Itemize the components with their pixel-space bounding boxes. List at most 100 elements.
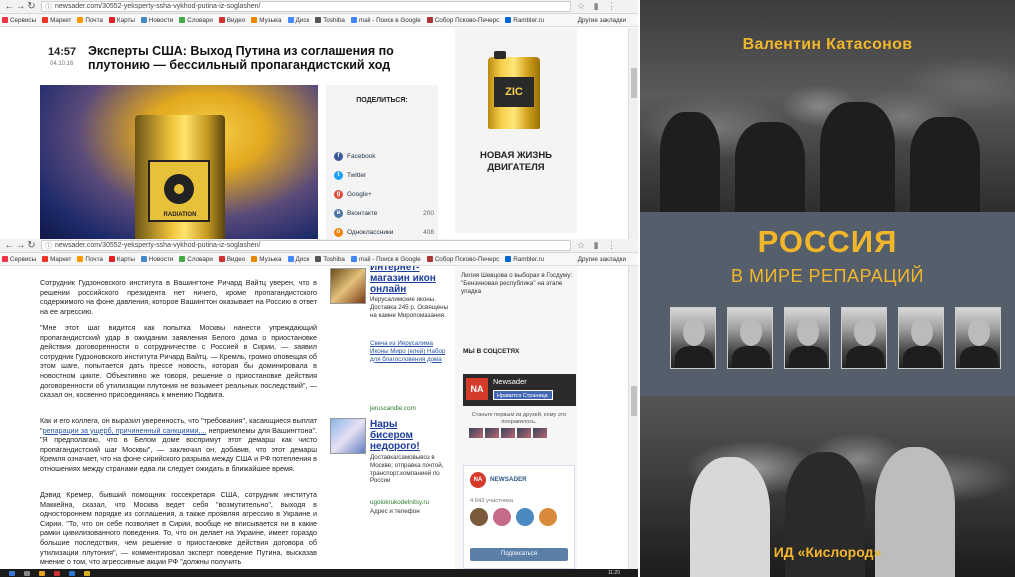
- bookmark-item[interactable]: Почта: [77, 256, 103, 263]
- bookmark-item[interactable]: Toshiba: [315, 256, 345, 263]
- scrollbar[interactable]: [628, 28, 638, 239]
- bookmark-icon: [251, 256, 258, 262]
- taskbar-app-icon[interactable]: [84, 570, 90, 576]
- scrollbar[interactable]: [628, 266, 638, 569]
- ad-description: Доставка/самовывоз в Москве; отправка по…: [370, 454, 444, 485]
- reload-icon[interactable]: ↻: [26, 1, 37, 12]
- sidebar-ad-oil[interactable]: ZIC НОВАЯ ЖИЗНЬ ДВИГАТЕЛЯ: [455, 28, 577, 233]
- ad-address-link[interactable]: Адрес и телефон: [370, 508, 450, 516]
- bookmark-item[interactable]: Toshiba: [315, 17, 345, 24]
- bookmark-item[interactable]: Новости: [140, 256, 173, 263]
- bookmark-icon: [315, 17, 322, 23]
- bookmark-item[interactable]: Сервисы: [2, 256, 36, 263]
- article-body-section: Сотрудник Гудзоновского института в Ваши…: [0, 266, 638, 569]
- bookmark-item[interactable]: Маркет: [42, 17, 71, 24]
- bookmark-item[interactable]: Словари: [179, 256, 213, 263]
- bookmark-item[interactable]: mail - Поиск в Google: [350, 255, 421, 263]
- bookmark-item[interactable]: Карты: [108, 17, 135, 24]
- bookmark-item[interactable]: Маркет: [42, 256, 71, 263]
- bookmark-icon: [140, 256, 147, 262]
- star-icon[interactable]: ☆ ▮ ⋮: [577, 240, 619, 251]
- ad-domain[interactable]: jeruscandle.com: [370, 405, 416, 412]
- forward-arrow-icon[interactable]: →: [15, 1, 26, 12]
- share-одноклассники[interactable]: о Одноклассники 408: [334, 226, 434, 238]
- bookmark-item[interactable]: Собор Псково-Печерс: [426, 16, 500, 24]
- bookmark-icon: [179, 256, 186, 262]
- portrait-photo: [670, 307, 716, 369]
- article-time: 14:57: [48, 46, 77, 58]
- vk-member-avatars[interactable]: [470, 508, 562, 526]
- url-text: newsader.com/30552-yeksperty-ssha-vykhod…: [55, 3, 261, 10]
- star-icon[interactable]: ☆ ▮ ⋮: [577, 1, 619, 12]
- taskbar-app-icon[interactable]: [39, 570, 45, 576]
- bookmark-item[interactable]: Словари: [179, 17, 213, 24]
- bookmark-label: mail - Поиск в Google: [358, 255, 421, 263]
- bookmark-item[interactable]: Музыка: [251, 255, 282, 263]
- social-icon: о: [334, 227, 343, 237]
- vk-group-name[interactable]: NEWSADER: [490, 476, 527, 483]
- conference-photo: [640, 0, 1015, 212]
- bookmark-item[interactable]: mail - Поиск в Google: [350, 16, 421, 24]
- bookmark-label: mail - Поиск в Google: [358, 16, 421, 24]
- taskbar-app-icon[interactable]: [24, 570, 30, 576]
- newsader-logo-icon: NA: [470, 472, 486, 488]
- bookmark-item[interactable]: Новости: [140, 17, 173, 24]
- bookmark-icon: [287, 17, 294, 23]
- info-icon: ⓘ: [45, 3, 52, 11]
- bookmark-item[interactable]: Rambler.ru: [505, 256, 544, 263]
- fb-like-button[interactable]: Нравится Страница: [493, 390, 553, 400]
- bookmark-item[interactable]: Сервисы: [2, 17, 36, 24]
- start-icon[interactable]: [9, 570, 15, 576]
- bookmark-label: Собор Псково-Печерс: [434, 255, 500, 263]
- taskbar-app-icon[interactable]: [54, 570, 60, 576]
- bookmark-label: Почта: [85, 255, 103, 263]
- bookmark-label: Музыка: [259, 255, 282, 263]
- other-bookmarks[interactable]: Другие закладки: [578, 256, 626, 263]
- bookmark-item[interactable]: Карты: [108, 256, 135, 263]
- ad-title[interactable]: Нары бисером недорого!: [370, 419, 440, 452]
- social-icon: g: [334, 189, 343, 199]
- fb-page-name[interactable]: Newsader: [493, 377, 527, 386]
- inline-link[interactable]: репарации за ущерб, причиненный санкциям…: [43, 426, 207, 435]
- back-arrow-icon[interactable]: ←: [4, 240, 15, 251]
- bookmark-label: Музыка: [259, 16, 282, 24]
- share-google-[interactable]: g Google+: [334, 188, 434, 200]
- beads-ad-image[interactable]: [330, 418, 366, 454]
- address-bar[interactable]: ⓘ newsader.com/30552-yeksperty-ssha-vykh…: [41, 1, 571, 12]
- facebook-widget[interactable]: NA Newsader Нравится Страница: [463, 374, 576, 406]
- bookmark-item[interactable]: Диск: [287, 17, 309, 24]
- bookmark-label: Диск: [295, 255, 310, 263]
- bookmark-item[interactable]: Музыка: [251, 16, 282, 24]
- bookmark-item[interactable]: Rambler.ru: [505, 17, 544, 24]
- icon-ad-image[interactable]: [330, 268, 366, 304]
- browser-toolbar: ← → ↻ ⓘ newsader.com/30552-yeksperty-ssh…: [0, 0, 638, 14]
- ad-title[interactable]: Интернет-магазин икон онлайн: [370, 266, 444, 295]
- other-bookmarks[interactable]: Другие закладки: [578, 17, 626, 24]
- bookmark-label: Маркет: [50, 16, 72, 24]
- social-icon: в: [334, 208, 343, 218]
- forward-arrow-icon[interactable]: →: [15, 240, 26, 251]
- back-arrow-icon[interactable]: ←: [4, 1, 15, 12]
- newsader-logo-icon: NA: [466, 378, 488, 400]
- share-вконтакте[interactable]: в Вконтакте 200: [334, 207, 434, 219]
- bookmark-icon: [77, 256, 84, 262]
- bookmarks-bar-2: Сервисы Маркет Почта Карты Новости Словари Вид…: [0, 253, 638, 266]
- bookmark-item[interactable]: Почта: [77, 17, 103, 24]
- bookmark-icon: [2, 256, 8, 262]
- share-twitter[interactable]: t Twitter: [334, 169, 434, 181]
- reload-icon[interactable]: ↻: [26, 240, 37, 251]
- bookmark-item[interactable]: Видео: [218, 256, 245, 263]
- bookmark-label: Собор Псково-Печерс: [434, 16, 500, 24]
- bookmark-label: Маркет: [50, 255, 72, 263]
- bookmark-item[interactable]: Собор Псково-Печерс: [426, 255, 500, 263]
- ad-links[interactable]: Свеча из Иерусалима Иконы Миро (елей) На…: [370, 340, 450, 363]
- ad-domain[interactable]: ugolokrukodelnitsy.ru: [370, 499, 429, 506]
- news-snippet[interactable]: Лилия Шевцова о выборах в Госдуму: "Бенз…: [461, 272, 573, 296]
- share-label: Twitter: [347, 171, 367, 179]
- share-facebook[interactable]: f Facebook: [334, 150, 434, 162]
- bookmark-item[interactable]: Видео: [218, 17, 245, 24]
- address-bar[interactable]: ⓘ newsader.com/30552-yeksperty-ssha-vykh…: [41, 240, 571, 251]
- taskbar-app-icon[interactable]: [69, 570, 75, 576]
- bookmark-item[interactable]: Диск: [287, 255, 310, 263]
- vk-subscribe-button[interactable]: Подписаться: [470, 548, 568, 561]
